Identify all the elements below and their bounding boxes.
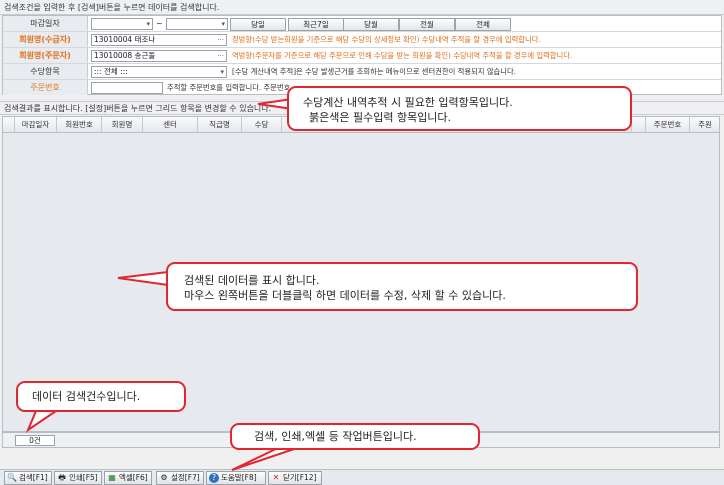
orderer-note: 역방향(주문자를 기준으로 해당 주문으로 인해 수당을 받는 회원을 확인) … <box>232 51 573 60</box>
count-callout: 데이터 검색건수입니다. <box>16 381 186 412</box>
close-icon: ✕ <box>272 473 280 482</box>
input-callout-line2: 붉은색은 필수입력 항목입니다. <box>309 111 452 124</box>
search-instruction: 검색조건을 입력한 후 [검색]버튼을 누르면 데이터를 검색합니다. <box>0 0 724 15</box>
settings-icon: ⚙ <box>160 473 168 482</box>
input-callout-line1: 수당계산 내역추적 시 필요한 입력항목입니다. <box>303 96 513 109</box>
grid-callout: 검색된 데이터를 표시 합니다. 마우스 왼쪽버튼을 더블클릭 하면 데이터를 … <box>166 262 638 311</box>
date-range-separator: ~ <box>156 19 163 28</box>
toolbar-callout-pointer <box>231 446 301 471</box>
help-button[interactable]: ? 도움말[F8] <box>206 471 266 485</box>
order-number-note: 추적할 주문번호를 입력합니다. 주문번호 <box>167 83 291 92</box>
allowance-select[interactable]: ::: 전체 ::: ▾ <box>91 66 227 78</box>
excel-icon: ▦ <box>108 473 116 482</box>
print-icon: 🖶 <box>58 473 66 482</box>
date-label: 마감일자 <box>3 16 88 31</box>
orderer-input[interactable]: 13010008 송근돌 ··· <box>91 50 227 62</box>
grid-callout-line1: 검색된 데이터를 표시 합니다. <box>184 274 320 287</box>
last-month-button[interactable]: 전월 <box>399 18 455 31</box>
dropdown-arrow-icon: ▾ <box>220 68 224 76</box>
input-fields-callout: 수당계산 내역추적 시 필요한 입력항목입니다. 붉은색은 필수입력 항목입니다… <box>287 86 632 131</box>
row-payee: 회원명(수급자) 13010004 태조나 ··· 정방향(수당 받는회원을 기준… <box>3 32 721 48</box>
orderer-label: 회원명(주문자) <box>3 48 88 63</box>
payee-label: 회원명(수급자) <box>3 32 88 47</box>
grid-row-indicator <box>3 117 15 132</box>
last7days-button[interactable]: 최근7일 <box>288 18 344 31</box>
toolbar-callout: 검색, 인쇄,엑셀 등 작업버튼입니다. <box>230 423 480 450</box>
payee-note: 정방향(수당 받는회원을 기준으로 해당 수당의 상세정보 확인) 수당내역 추… <box>232 35 541 44</box>
help-icon: ? <box>209 473 219 483</box>
print-button[interactable]: 🖶 인쇄[F5] <box>54 471 102 485</box>
search-button[interactable]: 🔍 검색[F1] <box>4 471 52 485</box>
grid-col-close-date[interactable]: 마감일자 <box>15 117 57 132</box>
grid-col-orderer[interactable]: 주원 <box>690 117 719 132</box>
row-close-date: 마감일자 ▾ ~ ▾ 당일 최근7일 당월 전월 전체 <box>3 16 721 32</box>
close-button[interactable]: ✕ 닫기[F12] <box>268 471 322 485</box>
action-toolbar: 🔍 검색[F1] 🖶 인쇄[F5] ▦ 엑셀[F6] ⚙ 설정[F7] ? 도움말[F8]… <box>0 469 724 485</box>
grid-col-member-name[interactable]: 회원명 <box>102 117 143 132</box>
grid-callout-line2: 마우스 왼쪽버튼을 더블클릭 하면 데이터를 수정, 삭제 할 수 있습니다. <box>184 289 506 302</box>
dropdown-arrow-icon: ▾ <box>146 20 150 28</box>
order-number-label: 주문번호 <box>3 80 88 95</box>
excel-button[interactable]: ▦ 엑셀[F6] <box>104 471 152 485</box>
toolbar-callout-text: 검색, 인쇄,엑셀 등 작업버튼입니다. <box>254 430 417 443</box>
count-callout-text: 데이터 검색건수입니다. <box>32 390 141 403</box>
record-count: 0건 <box>15 435 55 446</box>
search-form: 마감일자 ▾ ~ ▾ 당일 최근7일 당월 전월 전체 회원명(수급자) 130… <box>2 15 722 95</box>
all-button[interactable]: 전체 <box>455 18 511 31</box>
grid-col-order-no[interactable]: 주문번호 <box>646 117 690 132</box>
lookup-icon[interactable]: ··· <box>217 35 224 45</box>
allowance-label: 수당항목 <box>3 64 88 79</box>
search-icon: 🔍 <box>7 473 17 482</box>
grid-col-rank[interactable]: 직급명 <box>198 117 242 132</box>
grid-col-center[interactable]: 센터 <box>143 117 198 132</box>
grid-col-member-no[interactable]: 회원번호 <box>57 117 102 132</box>
lookup-icon[interactable]: ··· <box>217 51 224 61</box>
grid-col-partial[interactable] <box>632 117 646 132</box>
grid-col-allowance[interactable]: 수당 <box>242 117 282 132</box>
allowance-note: [수당 계산내역 추적]은 수당 발생근거를 조회하는 메뉴이므로 센터권한이 … <box>232 67 516 76</box>
date-to-input[interactable]: ▾ <box>166 18 228 30</box>
dropdown-arrow-icon: ▾ <box>221 20 225 28</box>
order-number-input[interactable] <box>91 82 163 94</box>
today-button[interactable]: 당일 <box>230 18 286 31</box>
date-from-input[interactable]: ▾ <box>91 18 153 30</box>
row-orderer: 회원명(주문자) 13010008 송근돌 ··· 역방향(주문자를 기준으로 해… <box>3 48 721 64</box>
this-month-button[interactable]: 당월 <box>343 18 399 31</box>
row-allowance: 수당항목 ::: 전체 ::: ▾ [수당 계산내역 추적]은 수당 발생근거를 … <box>3 64 721 80</box>
payee-input[interactable]: 13010004 태조나 ··· <box>91 34 227 46</box>
settings-button[interactable]: ⚙ 설정[F7] <box>156 471 204 485</box>
